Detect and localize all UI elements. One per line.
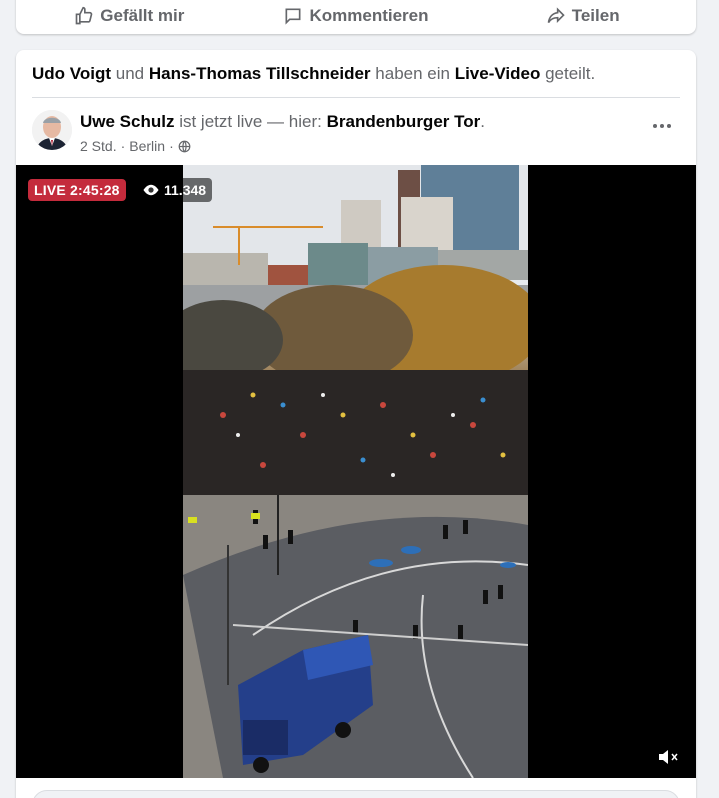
comment-label: Kommentieren (309, 6, 429, 25)
eye-icon (143, 184, 159, 196)
globe-icon (178, 140, 191, 152)
status-period: . (480, 112, 485, 131)
shared-connector: und (115, 64, 145, 83)
thumbs-up-icon (75, 6, 93, 25)
shared-verb: haben ein (375, 64, 450, 83)
comment-icon (285, 8, 301, 25)
divider (32, 97, 680, 98)
viewer-count-badge: 11.348 (136, 178, 213, 202)
live-video-link[interactable]: Live-Video (455, 64, 541, 83)
timestamp[interactable]: 2 Std. (80, 138, 117, 154)
sharer-link-1[interactable]: Udo Voigt (32, 64, 111, 83)
post-card: Udo Voigt und Hans-Thomas Tillschneider … (16, 50, 696, 798)
sharer-link-2[interactable]: Hans-Thomas Tillschneider (149, 64, 371, 83)
share-button[interactable]: Teilen (469, 0, 696, 34)
location-link[interactable]: Brandenburger Tor (327, 112, 481, 131)
meta-dot: · (169, 138, 174, 154)
viewer-count: 11.348 (164, 182, 207, 198)
author-line: Uwe Schulz ist jetzt live — hier: Brande… (80, 112, 485, 132)
comment-input[interactable] (32, 790, 680, 798)
video-frame (183, 165, 528, 778)
previous-post-actions: Gefällt mir Kommentieren Teilen (16, 0, 696, 34)
place[interactable]: Berlin (129, 138, 165, 154)
live-timer-badge: LIVE 2:45:28 (28, 179, 126, 201)
comment-button[interactable]: Kommentieren (243, 0, 470, 34)
shared-suffix: geteilt. (545, 64, 596, 83)
live-video-player[interactable]: LIVE 2:45:28 11.348 (16, 165, 696, 778)
more-options-button[interactable] (648, 116, 676, 136)
like-label: Gefällt mir (100, 6, 185, 25)
like-button[interactable]: Gefällt mir (16, 0, 243, 34)
share-icon (547, 7, 565, 24)
video-still-image (183, 165, 528, 778)
share-label: Teilen (571, 6, 620, 25)
status-text: ist jetzt live — hier: (179, 112, 322, 131)
meta-dot: · (120, 138, 126, 154)
avatar[interactable] (32, 110, 72, 150)
post-meta: 2 Std. · Berlin · (80, 138, 191, 154)
shared-header: Udo Voigt und Hans-Thomas Tillschneider … (32, 64, 595, 84)
author-name[interactable]: Uwe Schulz (80, 112, 174, 131)
speaker-muted-icon[interactable] (656, 745, 680, 769)
